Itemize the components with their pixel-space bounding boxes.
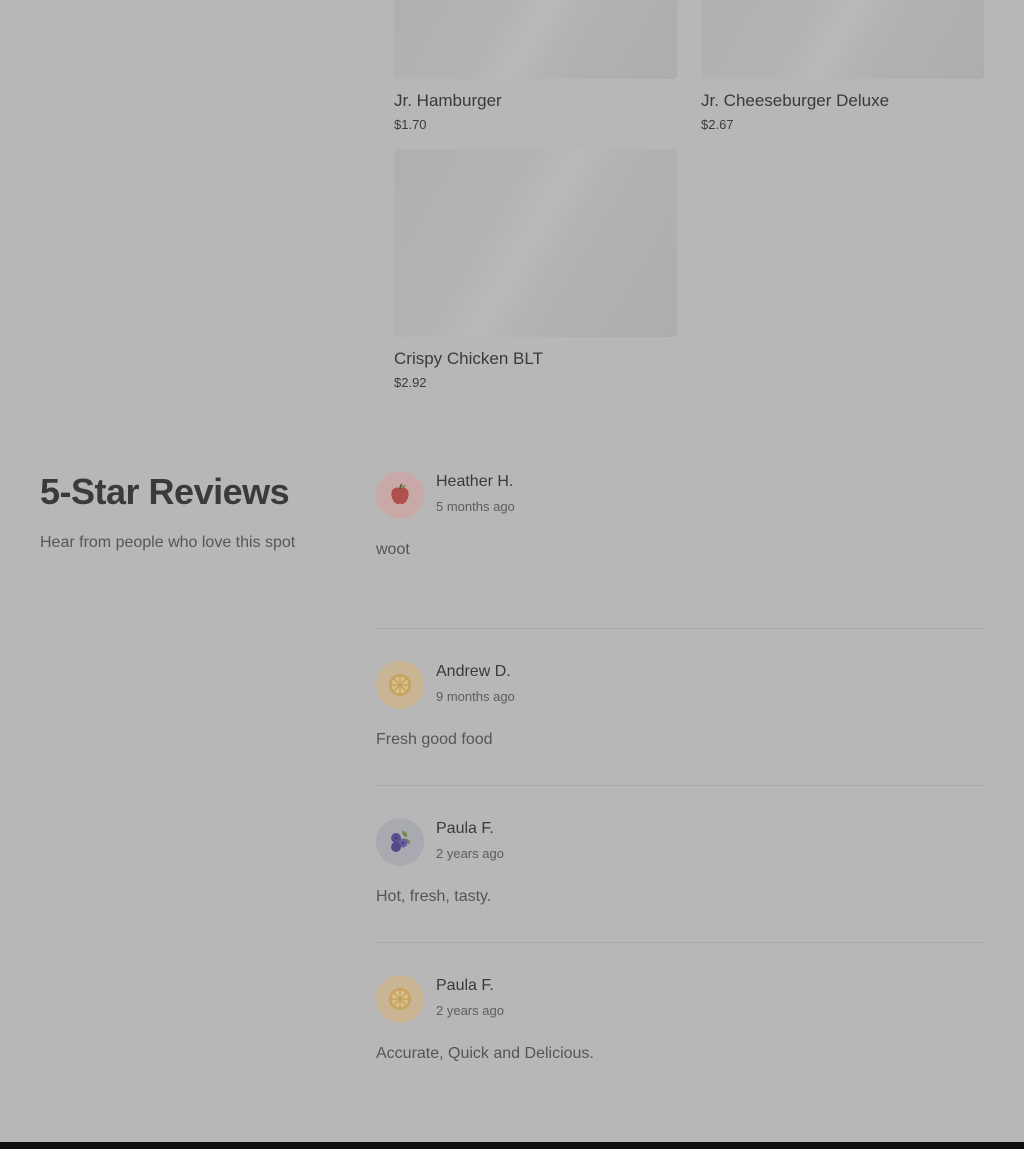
menu-item-price: $2.67 [701, 117, 734, 133]
menu-item-price: $2.92 [394, 375, 427, 391]
reviews-list: Heather H. 5 months ago woot Andrew D. 9… [376, 471, 984, 1099]
apple-icon [391, 483, 409, 504]
review-author: Paula F. [436, 977, 494, 994]
menu-item-image[interactable] [394, 149, 677, 337]
menu-item-grid: Jr. Hamburger $1.70 Jr. Cheeseburger Del… [394, 0, 984, 400]
review-time: 9 months ago [436, 689, 515, 704]
review-author: Andrew D. [436, 663, 511, 680]
avatar [376, 818, 424, 866]
menu-item-name: Crispy Chicken BLT [394, 349, 543, 368]
menu-item-name: Jr. Cheeseburger Deluxe [701, 91, 890, 110]
review-text: Accurate, Quick and Delicious. [376, 1045, 594, 1062]
blueberries-icon [391, 831, 411, 852]
orange-slice-icon [389, 988, 411, 1010]
avatar [376, 661, 424, 709]
review-item: Heather H. 5 months ago woot [376, 471, 984, 628]
reviews-subtitle: Hear from people who love this spot [40, 534, 296, 551]
review-item: Paula F. 2 years ago Hot, fresh, tasty. [376, 785, 984, 942]
review-time: 2 years ago [436, 846, 504, 861]
menu-item-price: $1.70 [394, 117, 427, 133]
avatar [376, 975, 424, 1023]
reviews-header: 5-Star Reviews Hear from people who love… [40, 472, 340, 552]
menu-item-card[interactable]: Jr. Cheeseburger Deluxe $2.67 [701, 0, 984, 133]
review-text: Hot, fresh, tasty. [376, 888, 492, 905]
footer-bar [0, 1142, 1024, 1149]
orange-slice-icon [389, 674, 411, 696]
menu-item-card[interactable]: Crispy Chicken BLT $2.92 [394, 149, 677, 391]
reviews-title: 5-Star Reviews [40, 471, 290, 512]
menu-item-image[interactable] [394, 0, 677, 79]
review-time: 2 years ago [436, 1003, 504, 1018]
review-author: Paula F. [436, 820, 494, 837]
review-author: Heather H. [436, 473, 514, 490]
menu-item-image[interactable] [701, 0, 984, 79]
menu-item-name: Jr. Hamburger [394, 91, 502, 110]
review-time: 5 months ago [436, 499, 515, 514]
review-item: Andrew D. 9 months ago Fresh good food [376, 628, 984, 785]
menu-item-card[interactable]: Jr. Hamburger $1.70 [394, 0, 677, 133]
review-text: woot [376, 541, 410, 558]
review-item: Paula F. 2 years ago Accurate, Quick and… [376, 942, 984, 1099]
avatar [376, 471, 424, 519]
review-text: Fresh good food [376, 731, 493, 748]
